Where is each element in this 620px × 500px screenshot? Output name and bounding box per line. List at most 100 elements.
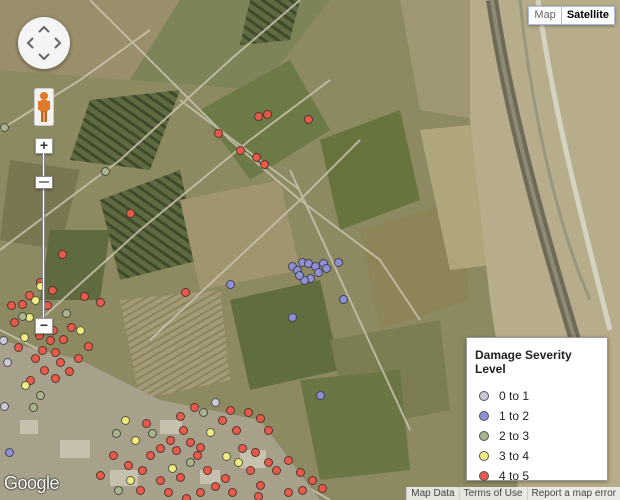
damage-marker[interactable] xyxy=(260,160,269,169)
damage-marker[interactable] xyxy=(244,408,253,417)
damage-marker[interactable] xyxy=(176,473,185,482)
damage-marker[interactable] xyxy=(226,406,235,415)
damage-marker[interactable] xyxy=(38,346,47,355)
damage-marker[interactable] xyxy=(226,280,235,289)
damage-marker[interactable] xyxy=(196,443,205,452)
satellite-map[interactable]: Map Satellite + − Damage Severity Level xyxy=(0,0,620,500)
damage-marker[interactable] xyxy=(339,295,348,304)
damage-marker[interactable] xyxy=(67,323,76,332)
map-data-link[interactable]: Map Data xyxy=(406,487,459,500)
damage-marker[interactable] xyxy=(284,488,293,497)
damage-marker[interactable] xyxy=(59,335,68,344)
damage-marker[interactable] xyxy=(62,309,71,318)
damage-marker[interactable] xyxy=(36,391,45,400)
damage-marker[interactable] xyxy=(334,258,343,267)
damage-marker[interactable] xyxy=(236,146,245,155)
damage-marker[interactable] xyxy=(264,458,273,467)
damage-marker[interactable] xyxy=(10,318,19,327)
damage-marker[interactable] xyxy=(112,429,121,438)
damage-marker[interactable] xyxy=(203,466,212,475)
damage-marker[interactable] xyxy=(114,486,123,495)
damage-marker[interactable] xyxy=(136,486,145,495)
damage-marker[interactable] xyxy=(48,286,57,295)
zoom-slider-handle[interactable] xyxy=(35,176,53,189)
damage-marker[interactable] xyxy=(31,296,40,305)
satellite-view-button[interactable]: Satellite xyxy=(561,6,615,25)
damage-marker[interactable] xyxy=(182,494,191,500)
damage-marker[interactable] xyxy=(156,476,165,485)
damage-marker[interactable] xyxy=(186,458,195,467)
damage-marker[interactable] xyxy=(264,426,273,435)
damage-marker[interactable] xyxy=(126,476,135,485)
damage-marker[interactable] xyxy=(206,428,215,437)
damage-marker[interactable] xyxy=(3,358,12,367)
map-view-button[interactable]: Map xyxy=(528,6,562,25)
damage-marker[interactable] xyxy=(138,466,147,475)
damage-marker[interactable] xyxy=(84,342,93,351)
damage-marker[interactable] xyxy=(190,403,199,412)
damage-marker[interactable] xyxy=(232,426,241,435)
damage-marker[interactable] xyxy=(166,436,175,445)
damage-marker[interactable] xyxy=(284,456,293,465)
damage-marker[interactable] xyxy=(181,288,190,297)
damage-marker[interactable] xyxy=(193,451,202,460)
damage-marker[interactable] xyxy=(18,312,27,321)
damage-marker[interactable] xyxy=(101,167,110,176)
damage-marker[interactable] xyxy=(228,488,237,497)
damage-marker[interactable] xyxy=(304,115,313,124)
damage-marker[interactable] xyxy=(246,466,255,475)
damage-marker[interactable] xyxy=(96,471,105,480)
damage-marker[interactable] xyxy=(234,458,243,467)
damage-marker[interactable] xyxy=(96,298,105,307)
damage-marker[interactable] xyxy=(295,271,304,280)
damage-marker[interactable] xyxy=(254,492,263,500)
damage-marker[interactable] xyxy=(211,482,220,491)
damage-marker[interactable] xyxy=(296,468,305,477)
damage-marker[interactable] xyxy=(316,391,325,400)
damage-marker[interactable] xyxy=(288,313,297,322)
damage-marker[interactable] xyxy=(211,398,220,407)
damage-marker[interactable] xyxy=(251,448,260,457)
damage-marker[interactable] xyxy=(131,436,140,445)
damage-marker[interactable] xyxy=(176,412,185,421)
damage-marker[interactable] xyxy=(14,343,23,352)
damage-marker[interactable] xyxy=(322,264,331,273)
damage-marker[interactable] xyxy=(298,486,307,495)
damage-marker[interactable] xyxy=(168,464,177,473)
damage-marker[interactable] xyxy=(308,476,317,485)
damage-marker[interactable] xyxy=(51,348,60,357)
damage-marker[interactable] xyxy=(18,300,27,309)
damage-marker[interactable] xyxy=(76,326,85,335)
damage-marker[interactable] xyxy=(221,474,230,483)
damage-marker[interactable] xyxy=(199,408,208,417)
damage-marker[interactable] xyxy=(21,381,30,390)
damage-marker[interactable] xyxy=(121,416,130,425)
damage-marker[interactable] xyxy=(0,123,9,132)
damage-marker[interactable] xyxy=(46,336,55,345)
damage-marker[interactable] xyxy=(172,446,181,455)
damage-marker[interactable] xyxy=(222,452,231,461)
damage-marker[interactable] xyxy=(7,301,16,310)
terms-of-use-link[interactable]: Terms of Use xyxy=(458,487,527,500)
zoom-out-button[interactable]: − xyxy=(35,318,53,334)
damage-marker[interactable] xyxy=(142,419,151,428)
damage-marker[interactable] xyxy=(29,403,38,412)
damage-marker[interactable] xyxy=(65,367,74,376)
damage-marker[interactable] xyxy=(252,153,261,162)
damage-marker[interactable] xyxy=(74,354,83,363)
damage-marker[interactable] xyxy=(263,110,272,119)
damage-marker[interactable] xyxy=(164,488,173,497)
pan-control[interactable] xyxy=(18,17,70,69)
damage-marker[interactable] xyxy=(109,451,118,460)
google-logo[interactable]: Google xyxy=(4,473,60,494)
damage-marker[interactable] xyxy=(51,374,60,383)
damage-marker[interactable] xyxy=(20,333,29,342)
damage-marker[interactable] xyxy=(179,426,188,435)
damage-marker[interactable] xyxy=(126,209,135,218)
damage-marker[interactable] xyxy=(40,366,49,375)
damage-marker[interactable] xyxy=(148,429,157,438)
damage-marker[interactable] xyxy=(58,250,67,259)
damage-marker[interactable] xyxy=(218,416,227,425)
damage-marker[interactable] xyxy=(0,402,9,411)
damage-marker[interactable] xyxy=(156,444,165,453)
